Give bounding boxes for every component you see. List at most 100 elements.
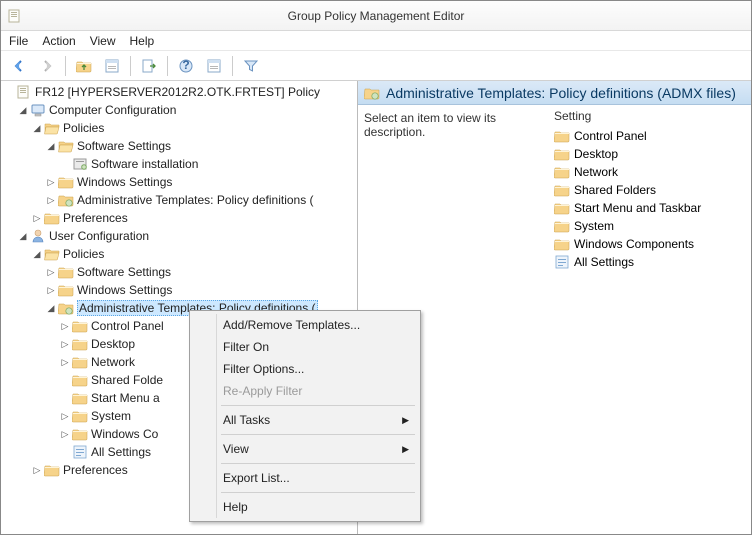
folder-icon [554,164,570,180]
tree-uc-policies[interactable]: ◢Policies [1,245,357,263]
list-item[interactable]: All Settings [554,253,745,271]
expand-icon[interactable]: ▷ [59,320,71,332]
expand-icon[interactable] [59,158,71,170]
expand-icon[interactable]: ▷ [45,176,57,188]
up-button[interactable] [72,54,96,78]
list-item[interactable]: Shared Folders [554,181,745,199]
ctx-filter-options[interactable]: Filter Options... [193,358,417,380]
list-item[interactable]: Network [554,163,745,181]
folder-icon [554,182,570,198]
show-hide-tree-button[interactable] [100,54,124,78]
tree-cc-preferences[interactable]: ▷ Preferences [1,209,357,227]
ctx-help[interactable]: Help [193,496,417,518]
folder-icon [364,85,380,101]
expand-icon[interactable] [59,374,71,386]
list-label: Network [574,165,618,179]
folder-icon [72,318,88,334]
tree-label: Preferences [63,211,128,225]
list-label: System [574,219,614,233]
tree-root[interactable]: FR12 [HYPERSERVER2012R2.OTK.FRTEST] Poli… [1,83,357,101]
tree-uc-windows-settings[interactable]: ▷Windows Settings [1,281,357,299]
tree-label: Software Settings [77,139,171,153]
props-button[interactable] [202,54,226,78]
collapse-icon[interactable]: ◢ [31,122,43,134]
list-label: Control Panel [574,129,647,143]
folder-icon [72,390,88,406]
tree-user-config[interactable]: ◢User Configuration [1,227,357,245]
expand-icon[interactable] [3,86,15,98]
tree-uc-software-settings[interactable]: ▷ Software Settings [1,263,357,281]
menu-action[interactable]: Action [42,34,75,48]
tree-cc-policies[interactable]: ◢Policies [1,119,357,137]
list-label: Desktop [574,147,618,161]
tree-label: Software installation [91,157,198,171]
tree-label: Shared Folde [91,373,163,387]
filter-button[interactable] [239,54,263,78]
expand-icon[interactable]: ▷ [45,266,57,278]
help-button[interactable] [174,54,198,78]
ctx-view[interactable]: View▶ [193,438,417,460]
tree-label: All Settings [91,445,151,459]
folder-icon [58,174,74,190]
list-item[interactable]: Start Menu and Taskbar [554,199,745,217]
list-label: Windows Components [574,237,694,251]
toolbar-separator [167,56,168,76]
tree-label: Administrative Templates: Policy definit… [77,193,314,207]
folder-icon [58,192,74,208]
toolbar-separator [65,56,66,76]
folder-icon [58,264,74,280]
list-item[interactable]: Control Panel [554,127,745,145]
toolbar-separator [130,56,131,76]
folder-icon [72,372,88,388]
tree-cc-windows-settings[interactable]: ▷Windows Settings [1,173,357,191]
expand-icon[interactable]: ▷ [59,410,71,422]
column-header-setting[interactable]: Setting [554,109,745,127]
tree-cc-admin-templates[interactable]: ▷ Administrative Templates: Policy defini… [1,191,357,209]
expand-icon[interactable]: ▷ [59,356,71,368]
expand-icon[interactable]: ▷ [45,194,57,206]
collapse-icon[interactable]: ◢ [45,302,57,314]
list-item[interactable]: System [554,217,745,235]
folder-icon [72,336,88,352]
expand-icon[interactable]: ▷ [59,428,71,440]
export-button[interactable] [137,54,161,78]
tree-cc-software-settings[interactable]: ◢ Software Settings [1,137,357,155]
tree-label: FR12 [HYPERSERVER2012R2.OTK.FRTEST] Poli… [35,85,320,99]
folder-open-icon [44,246,60,262]
menu-file[interactable]: File [9,34,28,48]
expand-icon[interactable] [59,446,71,458]
expand-icon[interactable]: ▷ [45,284,57,296]
tree-computer-config[interactable]: ◢Computer Configuration [1,101,357,119]
tree-label: System [91,409,131,423]
ctx-filter-on[interactable]: Filter On [193,336,417,358]
list-item[interactable]: Windows Components [554,235,745,253]
ctx-add-remove-templates[interactable]: Add/Remove Templates... [193,314,417,336]
app-icon [7,8,23,24]
ctx-export-list[interactable]: Export List... [193,467,417,489]
details-title: Administrative Templates: Policy definit… [386,85,736,101]
tree-label: Software Settings [77,265,171,279]
menu-help[interactable]: Help [130,34,155,48]
tree-label: Windows Co [91,427,158,441]
expand-icon[interactable]: ▷ [31,464,43,476]
folder-icon [554,218,570,234]
tree-cc-software-install[interactable]: Software installation [1,155,357,173]
menu-view[interactable]: View [90,34,116,48]
ctx-separator [221,463,415,464]
folder-icon [44,462,60,478]
ctx-separator [221,434,415,435]
collapse-icon[interactable]: ◢ [17,230,29,242]
collapse-icon[interactable]: ◢ [45,140,57,152]
computer-icon [30,102,46,118]
expand-icon[interactable]: ▷ [31,212,43,224]
folder-open-icon [58,300,74,316]
folder-icon [554,128,570,144]
expand-icon[interactable] [59,392,71,404]
back-button[interactable] [7,54,31,78]
expand-icon[interactable]: ▷ [59,338,71,350]
collapse-icon[interactable]: ◢ [17,104,29,116]
collapse-icon[interactable]: ◢ [31,248,43,260]
list-item[interactable]: Desktop [554,145,745,163]
ctx-all-tasks[interactable]: All Tasks▶ [193,409,417,431]
forward-button[interactable] [35,54,59,78]
